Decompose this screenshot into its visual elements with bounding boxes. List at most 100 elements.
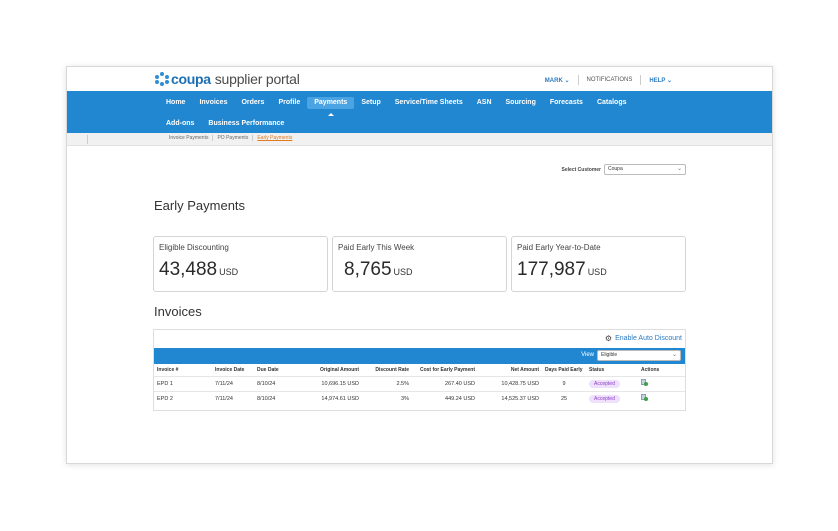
nav-sourcing[interactable]: Sourcing [499, 97, 543, 109]
top-links: MARK ⌄ NOTIFICATIONS HELP ⌄ [537, 75, 680, 85]
card-paid-early-ytd: Paid Early Year-to-Date 177,987 USD [511, 236, 686, 292]
cell-invoice-date: 7/11/24 [212, 375, 254, 391]
chevron-down-icon: ⌄ [671, 352, 677, 358]
main-nav-row-2: Add-ons Business Performance [159, 118, 291, 130]
col-cost-early-payment[interactable]: Cost for Early Payment [412, 364, 478, 376]
card-title: Paid Early Year-to-Date [517, 243, 601, 252]
help-menu[interactable]: HELP ⌄ [641, 77, 680, 84]
cell-net-amount: 14,525.37 USD [478, 390, 542, 406]
divider [87, 135, 88, 144]
table-row: EPD 1 7/11/24 8/10/24 10,696.15 USD 2.5%… [154, 375, 685, 391]
cell-cost-early-payment: 449.24 USD [412, 390, 478, 406]
page-title: Early Payments [154, 198, 246, 213]
subnav-early-payments[interactable]: Early Payments [253, 135, 296, 141]
card-title: Paid Early This Week [338, 243, 415, 252]
logo-brand: coupa [171, 71, 211, 87]
nav-service-time-sheets[interactable]: Service/Time Sheets [388, 97, 470, 109]
cell-status: Accepted [586, 390, 638, 406]
nav-payments[interactable]: Payments [307, 97, 355, 116]
col-invoice-date[interactable]: Invoice Date [212, 364, 254, 376]
col-actions: Actions [641, 366, 660, 373]
nav-profile[interactable]: Profile [271, 97, 307, 109]
col-net-amount[interactable]: Net Amount [478, 364, 542, 376]
nav-home[interactable]: Home [159, 97, 192, 109]
card-unit: USD [587, 267, 607, 277]
status-badge: Accepted [589, 379, 620, 388]
cell-invoice[interactable]: EPD 2 [154, 390, 212, 406]
col-days-paid-early[interactable]: Days Paid Early [542, 364, 586, 376]
cell-net-amount: 10,428.75 USD [478, 375, 542, 391]
nav-forecasts[interactable]: Forecasts [543, 97, 590, 109]
cell-discount-rate: 2.5% [362, 375, 412, 391]
subnav-po-payments[interactable]: PO Payments [213, 135, 254, 141]
customer-select[interactable]: Coupa ⌄ [604, 164, 686, 175]
cell-invoice-date: 7/11/24 [212, 390, 254, 406]
nav-business-performance[interactable]: Business Performance [201, 118, 291, 130]
cell-original-amount: 10,696.15 USD [302, 375, 362, 391]
logo-product: supplier portal [214, 71, 300, 87]
view-bar: View Eligible ⌄ [154, 348, 685, 364]
card-unit: USD [393, 267, 413, 277]
nav-asn[interactable]: ASN [470, 97, 499, 109]
cell-due-date: 8/10/24 [254, 375, 302, 391]
nav-setup[interactable]: Setup [354, 97, 387, 109]
table-row: EPD 2 7/11/24 8/10/24 14,974.61 USD 3% 4… [154, 390, 685, 406]
main-nav: Home Invoices Orders Profile Payments Se… [67, 91, 772, 133]
enable-auto-discount-label: Enable Auto Discount [615, 335, 682, 342]
sub-nav-items: Invoice Payments PO Payments Early Payme… [165, 135, 296, 141]
cell-actions [638, 375, 685, 391]
cell-days-paid-early: 25 [542, 390, 586, 406]
customer-select-value: Coupa [608, 166, 623, 172]
card-amount: 43,488 [159, 259, 218, 280]
customer-label: Select Customer [561, 166, 601, 173]
gear-icon: ⚙ [604, 334, 613, 343]
chevron-down-icon: ⌄ [676, 166, 682, 172]
view-select-value: Eligible [601, 352, 618, 358]
col-original-amount[interactable]: Original Amount [302, 364, 362, 376]
user-menu[interactable]: MARK ⌄ [537, 77, 578, 84]
chevron-down-icon: ⌄ [564, 77, 570, 84]
cell-discount-rate: 3% [362, 390, 412, 406]
col-status[interactable]: Status [586, 364, 638, 376]
view-select[interactable]: Eligible ⌄ [597, 350, 681, 361]
invoice-action-icon[interactable] [641, 394, 648, 402]
cell-original-amount: 14,974.61 USD [302, 390, 362, 406]
nav-invoices[interactable]: Invoices [192, 97, 234, 109]
chevron-down-icon: ⌄ [666, 77, 672, 84]
table-header-row: Invoice # Invoice Date Due Date Original… [154, 364, 685, 376]
invoices-heading: Invoices [154, 304, 202, 319]
notifications-link[interactable]: NOTIFICATIONS [579, 77, 641, 83]
nav-orders[interactable]: Orders [234, 97, 271, 109]
sub-nav: Invoice Payments PO Payments Early Payme… [67, 133, 772, 146]
help-menu-label: HELP [649, 77, 666, 84]
subnav-invoice-payments[interactable]: Invoice Payments [165, 135, 214, 141]
main-nav-row-1: Home Invoices Orders Profile Payments Se… [159, 97, 634, 116]
nav-add-ons[interactable]: Add-ons [159, 118, 201, 130]
invoices-panel: ⚙ Enable Auto Discount View Eligible ⌄ I… [153, 329, 686, 411]
cell-invoice[interactable]: EPD 1 [154, 375, 212, 391]
col-invoice-number[interactable]: Invoice # [154, 364, 212, 376]
card-value: 43,488 USD [159, 259, 238, 281]
card-title: Eligible Discounting [159, 243, 229, 252]
view-label: View [581, 352, 594, 358]
customer-selector: Select Customer Coupa ⌄ [562, 164, 686, 175]
nav-catalogs[interactable]: Catalogs [590, 97, 634, 109]
cell-actions [638, 390, 685, 406]
cell-cost-early-payment: 267.40 USD [412, 375, 478, 391]
card-value: 177,987 USD [517, 259, 607, 281]
col-due-date[interactable]: Due Date [254, 364, 302, 376]
coupa-logo-icon [155, 72, 169, 86]
coupa-logo[interactable]: coupa supplier portal [155, 71, 300, 87]
cell-due-date: 8/10/24 [254, 390, 302, 406]
card-value: 8,765 USD [344, 259, 413, 281]
cell-days-paid-early: 9 [542, 375, 586, 391]
card-eligible-discounting: Eligible Discounting 43,488 USD [153, 236, 328, 292]
card-unit: USD [219, 267, 239, 277]
col-discount-rate[interactable]: Discount Rate [362, 364, 412, 376]
card-amount: 177,987 [517, 259, 586, 280]
card-paid-early-this-week: Paid Early This Week 8,765 USD [332, 236, 507, 292]
enable-auto-discount-link[interactable]: ⚙ Enable Auto Discount [605, 334, 682, 343]
top-bar: coupa supplier portal MARK ⌄ NOTIFICATIO… [67, 67, 772, 91]
invoice-action-icon[interactable] [641, 379, 648, 386]
cell-status: Accepted [586, 375, 638, 391]
